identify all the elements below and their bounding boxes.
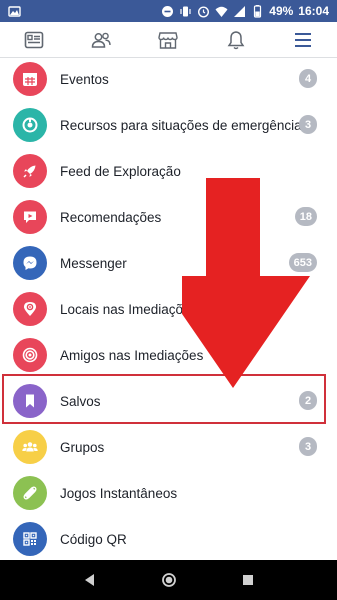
menu-icon-recursos: [13, 108, 47, 142]
nav-menu[interactable]: [283, 23, 323, 57]
menu-label: Locais nas Imediações: [60, 301, 198, 317]
location-pin-icon: [24, 302, 36, 316]
qr-code-icon: [23, 532, 37, 546]
menu-icon-grupos: [13, 430, 47, 464]
menu-item-jogos[interactable]: Jogos Instantâneos: [0, 470, 337, 516]
menu-label: Recomendações: [60, 209, 162, 225]
clock: 16:04: [298, 4, 329, 18]
game-controller-icon: [23, 486, 37, 500]
menu-label: Feed de Exploração: [60, 163, 181, 179]
menu-icon-amigos: [13, 338, 47, 372]
messenger-icon: [23, 256, 37, 270]
menu-label: Código QR: [60, 531, 127, 547]
status-bar: 49% 16:04: [0, 0, 337, 22]
system-navigation-bar: [0, 560, 337, 600]
calendar-icon: [23, 73, 37, 86]
alarm-icon: [198, 5, 210, 18]
menu-label: Recursos para situações de emergência: [60, 117, 302, 133]
menu-item-codigo-qr[interactable]: Código QR: [0, 516, 337, 562]
signal-icon: [234, 5, 246, 17]
menu-icon-recomendacoes: [13, 200, 47, 234]
radar-icon: [22, 347, 38, 363]
hamburger-icon: [295, 32, 312, 47]
menu-icon-qr: [13, 522, 47, 556]
count-badge: 3: [299, 437, 317, 456]
image-icon: [8, 5, 21, 17]
home-button[interactable]: [161, 572, 177, 588]
status-right: 49% 16:04: [161, 4, 337, 18]
battery-percentage: 49%: [269, 4, 294, 18]
app-screen: 49% 16:04 Eventos 4 Recursos para situaç…: [0, 0, 337, 600]
groups-icon: [22, 442, 38, 452]
menu-label: Grupos: [60, 439, 105, 455]
menu-item-grupos[interactable]: Grupos 3: [0, 424, 337, 470]
menu-icon-feed: [13, 154, 47, 188]
bell-icon: [227, 30, 245, 49]
menu-icon-locais: [13, 292, 47, 326]
recents-icon: [242, 575, 253, 585]
crisis-response-icon: [22, 117, 38, 133]
home-icon: [161, 573, 176, 587]
menu-icon-eventos: [13, 62, 47, 96]
nav-notifications[interactable]: [216, 23, 256, 57]
menu-label: Eventos: [60, 71, 109, 87]
battery-icon: [254, 4, 262, 18]
marketplace-icon: [158, 31, 179, 49]
rocket-icon: [23, 165, 36, 178]
nav-marketplace[interactable]: [148, 23, 188, 57]
news-feed-icon: [24, 31, 43, 48]
menu-item-eventos[interactable]: Eventos 4: [0, 56, 337, 102]
nav-news-feed[interactable]: [14, 23, 54, 57]
recents-button[interactable]: [240, 572, 256, 588]
menu-icon-jogos: [13, 476, 47, 510]
menu-icon-messenger: [13, 246, 47, 280]
count-badge: 4: [299, 69, 317, 88]
mute-icon: [162, 5, 174, 17]
friends-icon: [91, 32, 111, 48]
back-icon: [84, 574, 94, 586]
back-button[interactable]: [82, 572, 98, 588]
menu-label: Messenger: [60, 255, 127, 271]
count-badge: 3: [299, 115, 317, 134]
wifi-icon: [215, 6, 228, 17]
red-down-arrow-icon: [182, 178, 310, 388]
recommendation-icon: [24, 211, 36, 223]
nav-friends[interactable]: [81, 23, 121, 57]
menu-label: Jogos Instantâneos: [60, 485, 178, 501]
vibrate-icon: [180, 6, 191, 16]
top-navigation: [0, 22, 337, 58]
status-left: [0, 5, 21, 18]
menu-item-recursos-emergencia[interactable]: Recursos para situações de emergência 3: [0, 102, 337, 148]
